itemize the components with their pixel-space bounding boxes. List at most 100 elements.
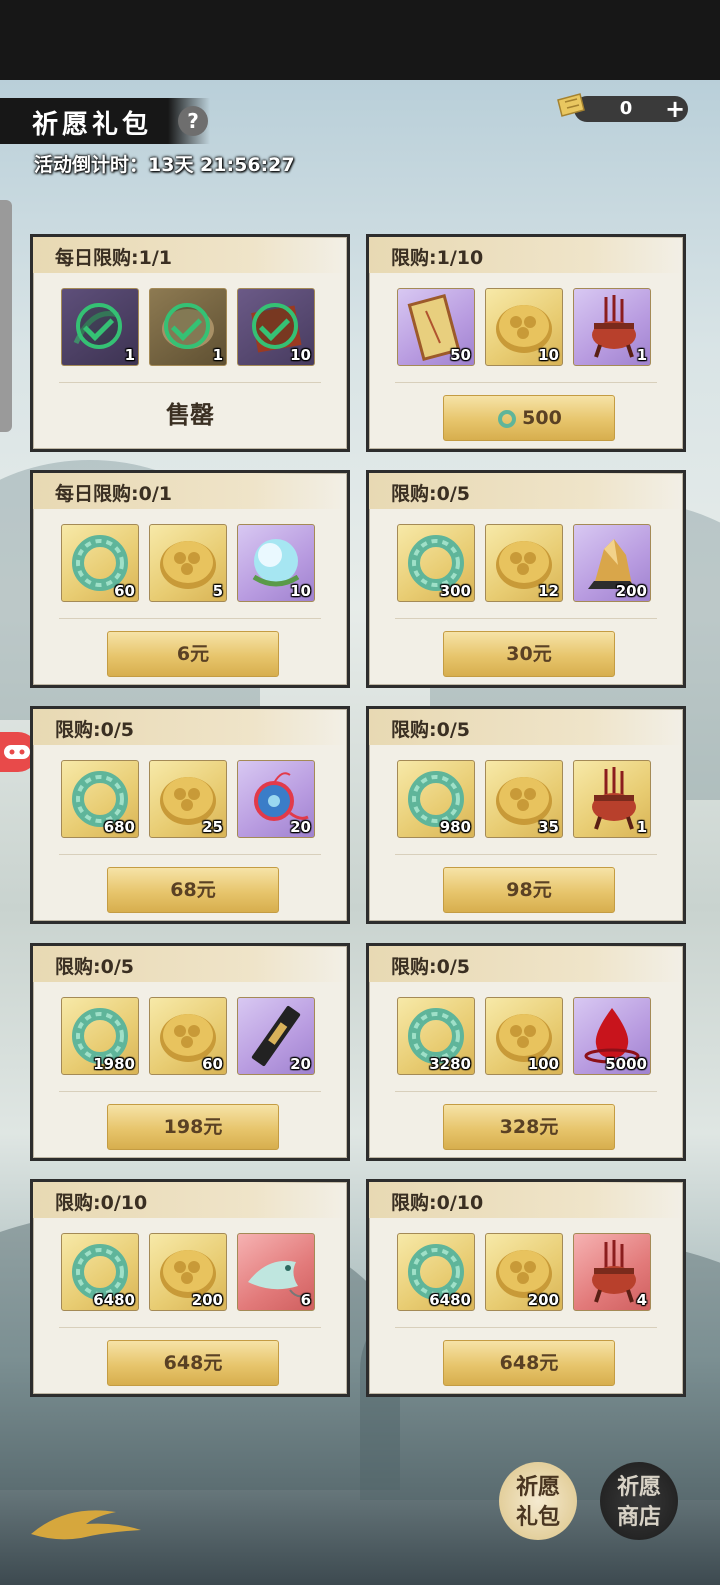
purchase-limit-label: 每日限购:0/1 bbox=[55, 483, 172, 505]
reward-item[interactable]: 300 bbox=[397, 524, 475, 602]
buy-button[interactable]: 98元 bbox=[443, 867, 615, 913]
item-quantity: 1 bbox=[124, 346, 135, 364]
card-header: 每日限购:1/1 bbox=[33, 237, 347, 273]
wish-shop-tab[interactable]: 祈愿 商店 bbox=[600, 1462, 678, 1540]
item-quantity: 3280 bbox=[429, 1055, 471, 1073]
card-divider bbox=[59, 854, 321, 855]
reward-item[interactable]: 4 bbox=[573, 1233, 651, 1311]
reward-items: 680 25 20 bbox=[61, 760, 319, 840]
card-divider bbox=[59, 382, 321, 383]
reward-item[interactable]: 100 bbox=[485, 997, 563, 1075]
reward-item[interactable]: 980 bbox=[397, 760, 475, 838]
buy-button[interactable]: 328元 bbox=[443, 1104, 615, 1150]
buy-button[interactable]: 500 bbox=[443, 395, 615, 441]
card-header: 限购:0/5 bbox=[33, 709, 347, 745]
item-quantity: 980 bbox=[439, 818, 471, 836]
ticket-currency-icon bbox=[557, 93, 585, 117]
reward-items: 1 1 10 bbox=[61, 288, 319, 368]
reward-items: 50 10 1 bbox=[397, 288, 655, 368]
reward-item[interactable]: 5 bbox=[149, 524, 227, 602]
price-label: 30元 bbox=[506, 643, 552, 665]
reward-items: 1980 60 20 bbox=[61, 997, 319, 1077]
item-quantity: 60 bbox=[114, 582, 135, 600]
card-header: 限购:0/5 bbox=[33, 946, 347, 982]
price-label: 6元 bbox=[176, 643, 210, 665]
item-quantity: 4 bbox=[636, 1291, 647, 1309]
golden-bird-decoration-icon bbox=[31, 1510, 141, 1540]
item-quantity: 1 bbox=[636, 346, 647, 364]
reward-item[interactable]: 10 bbox=[237, 524, 315, 602]
purchase-limit-label: 每日限购:1/1 bbox=[55, 247, 172, 269]
reward-item[interactable]: 25 bbox=[149, 760, 227, 838]
side-drawer-handle[interactable] bbox=[0, 200, 12, 432]
reward-item[interactable]: 60 bbox=[61, 524, 139, 602]
reward-item[interactable]: 50 bbox=[397, 288, 475, 366]
purchase-limit-label: 限购:0/5 bbox=[55, 719, 134, 741]
reward-items: 6480 200 6 bbox=[61, 1233, 319, 1313]
reward-item[interactable]: 35 bbox=[485, 760, 563, 838]
item-quantity: 6480 bbox=[429, 1291, 471, 1309]
event-countdown: 活动倒计时：13天 21:56:27 bbox=[34, 154, 295, 176]
item-quantity: 1 bbox=[212, 346, 223, 364]
reward-item[interactable]: 680 bbox=[61, 760, 139, 838]
sold-out-label: 售罄 bbox=[166, 401, 214, 429]
item-quantity: 50 bbox=[450, 346, 471, 364]
reward-item[interactable]: 1 bbox=[61, 288, 139, 366]
wish-pack-tab[interactable]: 祈愿 礼包 bbox=[499, 1462, 577, 1540]
price-label: 68元 bbox=[170, 879, 216, 901]
card-divider bbox=[395, 1091, 657, 1092]
card-header: 每日限购:0/1 bbox=[33, 473, 347, 509]
buy-button[interactable]: 648元 bbox=[107, 1340, 279, 1386]
claimed-check-icon bbox=[252, 303, 298, 349]
reward-item[interactable]: 6480 bbox=[61, 1233, 139, 1311]
reward-item[interactable]: 1980 bbox=[61, 997, 139, 1075]
item-quantity: 1980 bbox=[93, 1055, 135, 1073]
reward-items: 300 12 200 bbox=[397, 524, 655, 604]
reward-item[interactable]: 6 bbox=[237, 1233, 315, 1311]
card-divider bbox=[59, 1327, 321, 1328]
reward-item[interactable]: 1 bbox=[573, 760, 651, 838]
reward-item[interactable]: 20 bbox=[237, 997, 315, 1075]
jade-icon bbox=[498, 409, 517, 428]
price-label: 500 bbox=[522, 407, 562, 429]
gift-pack-card: 限购:0/5 980 35 1 98元 bbox=[366, 706, 686, 924]
card-header: 限购:1/10 bbox=[369, 237, 683, 273]
reward-item[interactable]: 3280 bbox=[397, 997, 475, 1075]
gift-pack-card: 每日限购:0/1 60 5 10 6元 bbox=[30, 470, 350, 688]
reward-item[interactable]: 12 bbox=[485, 524, 563, 602]
buy-button[interactable]: 68元 bbox=[107, 867, 279, 913]
card-divider bbox=[395, 382, 657, 383]
reward-item[interactable]: 200 bbox=[485, 1233, 563, 1311]
item-quantity: 200 bbox=[191, 1291, 223, 1309]
wish-pack-tab-line2: 礼包 bbox=[515, 1504, 560, 1530]
buy-button[interactable]: 6元 bbox=[107, 631, 279, 677]
gift-pack-card: 限购:0/10 6480 200 4 648元 bbox=[366, 1179, 686, 1397]
price-label: 328元 bbox=[499, 1116, 559, 1138]
help-icon[interactable]: ? bbox=[178, 106, 208, 136]
reward-item[interactable]: 6480 bbox=[397, 1233, 475, 1311]
price-label: 648元 bbox=[163, 1352, 223, 1374]
item-quantity: 10 bbox=[538, 346, 559, 364]
card-header: 限购:0/5 bbox=[369, 709, 683, 745]
buy-button[interactable]: 648元 bbox=[443, 1340, 615, 1386]
currency-value: 0 bbox=[619, 98, 633, 119]
reward-item[interactable]: 1 bbox=[149, 288, 227, 366]
reward-item[interactable]: 200 bbox=[149, 1233, 227, 1311]
buy-button[interactable]: 198元 bbox=[107, 1104, 279, 1150]
card-header: 限购:0/5 bbox=[369, 473, 683, 509]
add-currency-button[interactable]: + bbox=[662, 96, 688, 122]
gift-pack-card: 限购:0/10 6480 200 6 648元 bbox=[30, 1179, 350, 1397]
reward-item[interactable]: 10 bbox=[485, 288, 563, 366]
reward-item[interactable]: 10 bbox=[237, 288, 315, 366]
reward-item[interactable]: 60 bbox=[149, 997, 227, 1075]
reward-item[interactable]: 1 bbox=[573, 288, 651, 366]
price-label: 648元 bbox=[499, 1352, 559, 1374]
reward-item[interactable]: 5000 bbox=[573, 997, 651, 1075]
item-quantity: 10 bbox=[290, 346, 311, 364]
page-title: 祈愿礼包 bbox=[32, 110, 153, 140]
buy-button[interactable]: 30元 bbox=[443, 631, 615, 677]
purchase-limit-label: 限购:0/10 bbox=[391, 1192, 484, 1214]
reward-item[interactable]: 20 bbox=[237, 760, 315, 838]
reward-item[interactable]: 200 bbox=[573, 524, 651, 602]
item-quantity: 100 bbox=[527, 1055, 559, 1073]
